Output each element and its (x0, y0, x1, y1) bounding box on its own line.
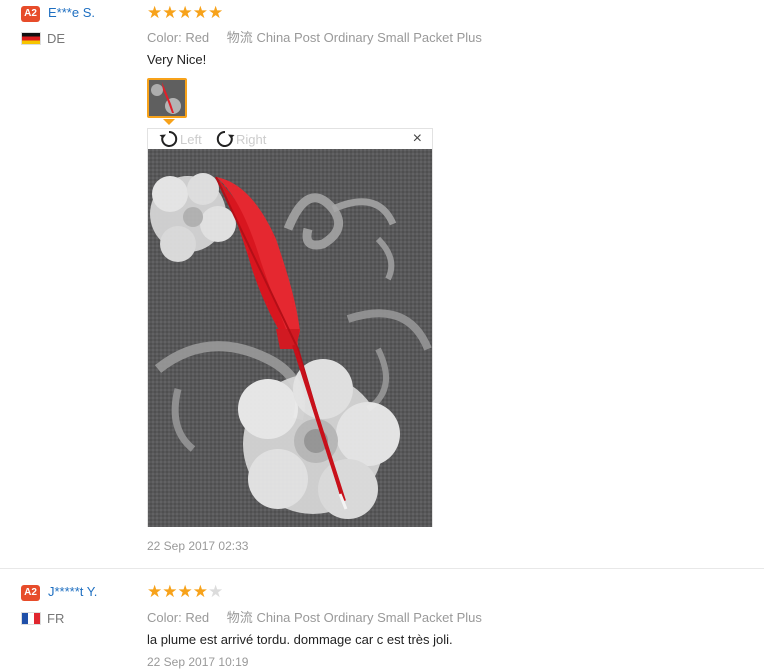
star-empty-icon: ★ (208, 582, 224, 601)
viewer-toolbar: Left Right × (148, 129, 432, 149)
country-code: FR (47, 611, 65, 626)
review-date: 22 Sep 2017 02:33 (147, 539, 249, 553)
star-icon: ★ (162, 582, 178, 601)
rotate-right-button[interactable]: Right (214, 129, 266, 149)
review-text: la plume est arrivé tordu. dommage car c… (147, 632, 453, 647)
buyer-level-badge: A2 (21, 6, 40, 22)
reviewer-name[interactable]: J*****t Y. (48, 584, 97, 599)
france-flag-icon (21, 612, 41, 625)
rotate-right-label: Right (236, 131, 267, 147)
rotate-left-icon (159, 130, 178, 147)
star-icon: ★ (208, 3, 224, 22)
thumbnail-pointer (163, 119, 175, 125)
star-icon: ★ (177, 582, 193, 601)
star-icon: ★ (192, 3, 208, 22)
reviewer-country: DE (21, 31, 65, 46)
color-label: Color: (147, 610, 182, 625)
color-label: Color: (147, 30, 182, 45)
rotate-left-label: Left (180, 131, 202, 147)
star-rating: ★★★★★ (147, 3, 223, 23)
shipping-value: China Post Ordinary Small Packet Plus (256, 30, 482, 45)
color-value: Red (185, 610, 210, 625)
review-item: A2 E***e S. DE ★★★★★ Color: Red 物流 China… (0, 0, 764, 569)
reviewer-name[interactable]: E***e S. (48, 5, 95, 20)
review-date: 22 Sep 2017 10:19 (147, 655, 249, 669)
rotate-right-icon (216, 130, 235, 147)
buyer-level-badge: A2 (21, 585, 40, 601)
photo-viewer: Left Right × (147, 128, 433, 527)
germany-flag-icon (21, 32, 41, 45)
review-photo-thumbnail[interactable] (147, 78, 187, 118)
star-icon: ★ (147, 582, 163, 601)
shipping-label: 物流 (226, 30, 253, 45)
star-icon: ★ (177, 3, 193, 22)
country-code: DE (47, 31, 66, 46)
rotate-left-button[interactable]: Left (158, 129, 202, 149)
shipping-value: China Post Ordinary Small Packet Plus (256, 610, 482, 625)
order-attributes: Color: Red 物流 China Post Ordinary Small … (147, 607, 482, 626)
order-attributes: Color: Red 物流 China Post Ordinary Small … (147, 27, 482, 46)
review-item: A2 J*****t Y. FR ★★★★★ Color: Red 物流 Chi… (0, 569, 764, 669)
star-rating: ★★★★★ (147, 582, 223, 602)
star-icon: ★ (147, 3, 163, 22)
close-viewer-button[interactable]: × (413, 131, 422, 147)
color-value: Red (185, 30, 210, 45)
star-icon: ★ (192, 582, 208, 601)
reviewer-country: FR (21, 611, 64, 626)
star-icon: ★ (162, 3, 178, 22)
shipping-label: 物流 (226, 610, 253, 625)
review-text: Very Nice! (147, 52, 207, 67)
review-photo (148, 149, 432, 527)
